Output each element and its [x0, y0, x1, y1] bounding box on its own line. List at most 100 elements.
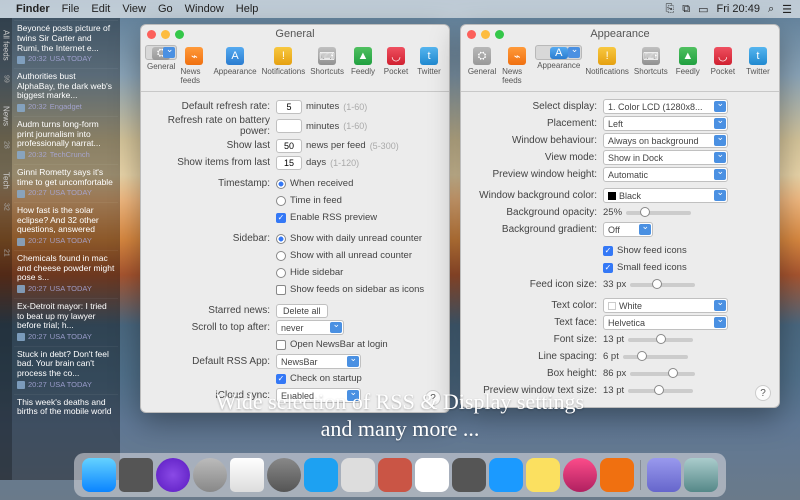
feed-item[interactable]: Ginni Rometty says it's time to get unco… [14, 164, 118, 202]
dock-newsbar[interactable] [600, 458, 634, 492]
menubar-app[interactable]: Finder [16, 3, 50, 15]
feed-item[interactable]: Beyoncé posts picture of twins Sir Carte… [14, 20, 118, 68]
tab-notifications[interactable]: !Notifications [583, 45, 631, 87]
refresh-battery-input[interactable] [276, 119, 302, 133]
tab-pocket[interactable]: ◡Pocket [706, 45, 740, 87]
show-feed-icons-check[interactable] [603, 246, 613, 256]
twitter-icon: t [749, 47, 767, 65]
feed-item[interactable]: Audm turns long-form print journalism in… [14, 116, 118, 164]
prefs-toolbar: ⛭General ⌁News feeds AAppearance !Notifi… [141, 43, 449, 92]
dock-app[interactable] [119, 458, 153, 492]
box-height-slider[interactable] [630, 372, 695, 376]
menu-view[interactable]: View [122, 3, 146, 15]
default-rss-app-select[interactable]: NewsBar [276, 354, 361, 369]
font-size-slider[interactable] [628, 338, 693, 342]
label: Preview window height: [471, 169, 603, 180]
label: Background gradient: [471, 224, 603, 235]
display-select[interactable]: 1. Color LCD (1280x8... [603, 99, 728, 114]
dock-safari[interactable] [230, 458, 264, 492]
tab-shortcuts[interactable]: ⌨Shortcuts [308, 45, 346, 87]
sidebar-tab[interactable]: All feeds99 [0, 18, 12, 94]
tab-general[interactable]: ⛭General [465, 45, 499, 87]
dock-separator [640, 460, 641, 490]
dock-trash[interactable] [684, 458, 718, 492]
dock-calendar[interactable] [415, 458, 449, 492]
dock-siri[interactable] [156, 458, 190, 492]
sidebar-tab[interactable]: Tech32 [0, 160, 12, 223]
menu-file[interactable]: File [62, 3, 80, 15]
prefs-appearance-window: Appearance ⛭General ⌁News feeds AAppeara… [460, 24, 780, 408]
tab-appearance[interactable]: AAppearance [211, 45, 258, 87]
sidebar-all-radio[interactable] [276, 251, 286, 261]
preview-height-select[interactable]: Automatic [603, 167, 728, 182]
dock-mail[interactable] [341, 458, 375, 492]
notification-center-icon[interactable]: ☰ [782, 3, 792, 16]
text-color-select[interactable]: White [603, 298, 728, 313]
menu-window[interactable]: Window [185, 3, 224, 15]
sidebar-tab[interactable]: 21 [0, 223, 12, 269]
battery-icon[interactable]: ▭ [698, 3, 708, 16]
check-on-startup-check[interactable] [276, 374, 286, 384]
sidebar-tab[interactable]: News28 [0, 94, 12, 160]
tab-notifications[interactable]: !Notifications [260, 45, 308, 87]
view-mode-select[interactable]: Show in Dock [603, 150, 728, 165]
dock-downloads[interactable] [647, 458, 681, 492]
refresh-rate-input[interactable] [276, 100, 302, 114]
search-icon[interactable]: ⌕ [768, 3, 774, 16]
tab-feedly[interactable]: ▲Feedly [671, 45, 705, 87]
label: Timestamp: [151, 178, 276, 189]
feed-item[interactable]: Chemicals found in mac and cheese powder… [14, 250, 118, 298]
menu-edit[interactable]: Edit [91, 3, 110, 15]
line-spacing-slider[interactable] [623, 355, 688, 359]
placement-select[interactable]: Left [603, 116, 728, 131]
airplay-icon[interactable]: ⎘ [665, 3, 674, 16]
dock-reminders[interactable] [378, 458, 412, 492]
icon-size-slider[interactable] [630, 283, 695, 287]
label: Feed icon size: [471, 279, 603, 290]
dock-app[interactable] [267, 458, 301, 492]
enable-preview-check[interactable] [276, 213, 286, 223]
dock-twitter[interactable] [304, 458, 338, 492]
gradient-select[interactable]: Off [603, 222, 653, 237]
timestamp-in-feed-radio[interactable] [276, 196, 286, 206]
feed-item[interactable]: Ex-Detroit mayor: I tried to beat up my … [14, 298, 118, 346]
open-at-login-check[interactable] [276, 340, 286, 350]
scroll-to-top-select[interactable]: never [276, 320, 344, 335]
tab-general[interactable]: ⛭General [145, 45, 177, 60]
dock-preview[interactable] [452, 458, 486, 492]
window-behaviour-select[interactable]: Always on background [603, 133, 728, 148]
opacity-slider[interactable] [626, 211, 691, 215]
delete-all-button[interactable]: Delete all [276, 304, 328, 318]
bg-color-select[interactable]: Black [603, 188, 728, 203]
small-feed-icons-check[interactable] [603, 263, 613, 273]
dock-notes[interactable] [526, 458, 560, 492]
clock[interactable]: Fri 20:49 [717, 3, 760, 15]
menu-help[interactable]: Help [236, 3, 259, 15]
dock-finder[interactable] [82, 458, 116, 492]
dock-appstore[interactable] [489, 458, 523, 492]
dock-app[interactable] [193, 458, 227, 492]
sidebar-icons-check[interactable] [276, 285, 286, 295]
show-last-input[interactable] [276, 139, 302, 153]
feed-item[interactable]: How fast is the solar eclipse? And 32 ot… [14, 202, 118, 250]
tab-shortcuts[interactable]: ⌨Shortcuts [632, 45, 670, 87]
wifi-icon[interactable]: ⧉ [682, 3, 690, 16]
tab-appearance[interactable]: AAppearance [535, 45, 582, 60]
timestamp-when-received-radio[interactable] [276, 179, 286, 189]
tab-pocket[interactable]: ◡Pocket [380, 45, 412, 87]
show-items-input[interactable] [276, 156, 302, 170]
tab-newsfeeds[interactable]: ⌁News feeds [500, 45, 534, 87]
tab-newsfeeds[interactable]: ⌁News feeds [178, 45, 210, 87]
sidebar-hide-radio[interactable] [276, 268, 286, 278]
appearance-icon: A [226, 47, 244, 65]
tab-feedly[interactable]: ▲Feedly [347, 45, 379, 87]
label: Text face: [471, 317, 603, 328]
menu-go[interactable]: Go [158, 3, 173, 15]
feed-item[interactable]: Stuck in debt? Don't feel bad. Your brai… [14, 346, 118, 394]
sidebar-daily-radio[interactable] [276, 234, 286, 244]
tab-twitter[interactable]: tTwitter [741, 45, 775, 87]
dock-itunes[interactable] [563, 458, 597, 492]
feed-item[interactable]: Authorities bust AlphaBay, the dark web'… [14, 68, 118, 116]
text-face-select[interactable]: Helvetica [603, 315, 728, 330]
tab-twitter[interactable]: tTwitter [413, 45, 445, 87]
